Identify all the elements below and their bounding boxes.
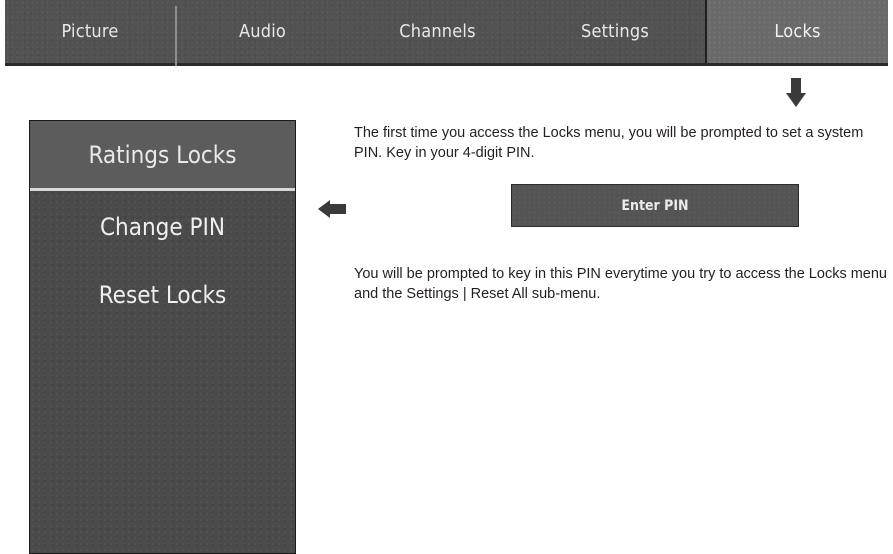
tab-settings[interactable]: Settings [525,0,705,63]
enter-pin-field[interactable]: Enter PIN [511,184,799,227]
menu-item-ratings-locks[interactable]: Ratings Locks [30,121,295,189]
instruction-text-second: You will be prompted to key in this PIN … [354,266,887,302]
locks-submenu-panel: Ratings Locks Change PIN Reset Locks [29,120,296,554]
arrow-down-icon [786,78,806,107]
menu-item-reset-locks[interactable]: Reset Locks [30,281,295,309]
main-menu-tabbar: Picture Audio Channels Settings Locks [5,0,888,66]
tab-locks[interactable]: Locks [707,0,888,63]
arrow-left-icon [318,200,346,218]
menu-item-change-pin[interactable]: Change PIN [30,213,295,241]
menu-divider [30,188,295,191]
instruction-text-first: The first time you access the Locks menu… [354,125,864,161]
tab-channels[interactable]: Channels [350,0,525,63]
tab-picture[interactable]: Picture [5,0,175,63]
tab-audio[interactable]: Audio [175,0,350,63]
